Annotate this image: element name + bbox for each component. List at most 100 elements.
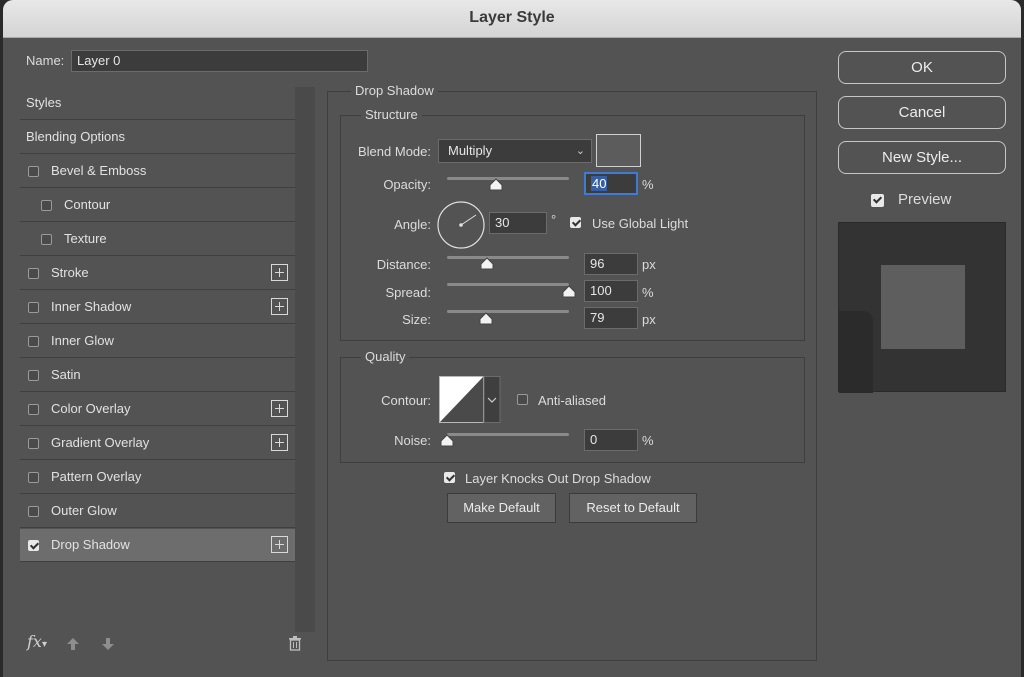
styles-header-label: Styles [26, 95, 62, 110]
style-item-inner-glow[interactable]: Inner Glow [20, 325, 295, 358]
preview-thumbnail [838, 222, 1006, 393]
distance-unit: px [642, 257, 656, 272]
style-item-pattern-overlay[interactable]: Pattern Overlay [20, 461, 295, 494]
angle-dial[interactable] [436, 200, 486, 255]
style-item-checkbox[interactable] [28, 438, 39, 449]
style-item-label: Gradient Overlay [51, 435, 150, 450]
blend-mode-select[interactable]: Multiply ⌄ [438, 139, 592, 163]
distance-input[interactable]: 96 [584, 253, 638, 275]
layer-style-dialog: Layer Style Name: Layer 0 Styles Blendin… [3, 0, 1021, 677]
style-item-label: Texture [64, 231, 107, 246]
opacity-unit: % [642, 177, 654, 192]
style-item-checkbox[interactable] [28, 370, 39, 381]
style-item-outer-glow[interactable]: Outer Glow [20, 495, 295, 528]
style-item-contour[interactable]: Contour [20, 189, 295, 222]
angle-label: Angle: [394, 217, 431, 232]
trash-icon[interactable] [288, 635, 302, 656]
reset-to-default-button[interactable]: Reset to Default [569, 493, 697, 523]
style-item-label: Outer Glow [51, 503, 117, 518]
style-item-satin[interactable]: Satin [20, 359, 295, 392]
distance-label: Distance: [376, 257, 431, 272]
style-item-checkbox[interactable] [41, 200, 52, 211]
preview-checkbox[interactable] [871, 194, 884, 207]
distance-slider-track[interactable] [447, 256, 569, 259]
opacity-input[interactable]: 40 [584, 172, 638, 195]
style-item-stroke[interactable]: Stroke [20, 257, 295, 290]
opacity-slider-track[interactable] [447, 177, 569, 180]
add-effect-icon[interactable] [271, 400, 288, 417]
size-label: Size: [402, 312, 431, 327]
blending-options[interactable]: Blending Options [20, 121, 295, 154]
blending-options-label: Blending Options [26, 129, 126, 144]
shadow-color-swatch[interactable] [596, 134, 641, 167]
add-effect-icon[interactable] [271, 434, 288, 451]
blend-mode-value: Multiply [448, 143, 493, 158]
preview-square [881, 265, 965, 349]
style-item-checkbox[interactable] [28, 506, 39, 517]
chevron-down-icon: ⌄ [575, 145, 585, 157]
drop-shadow-title: Drop Shadow [351, 83, 438, 98]
contour-label: Contour: [381, 393, 431, 408]
move-up-icon[interactable] [65, 636, 81, 657]
style-item-inner-shadow[interactable]: Inner Shadow [20, 291, 295, 324]
blend-mode-label: Blend Mode: [358, 144, 431, 159]
style-item-checkbox[interactable] [28, 268, 39, 279]
style-item-drop-shadow[interactable]: Drop Shadow [20, 529, 295, 562]
move-down-icon[interactable] [100, 636, 116, 657]
anti-aliased-label: Anti-aliased [538, 393, 606, 408]
angle-unit: ° [551, 212, 557, 227]
style-item-label: Drop Shadow [51, 537, 130, 552]
style-item-label: Bevel & Emboss [51, 163, 147, 178]
use-global-light-checkbox[interactable] [570, 217, 581, 228]
styles-header[interactable]: Styles [20, 87, 295, 120]
name-input[interactable]: Layer 0 [71, 50, 368, 72]
styles-list-scrollbar[interactable] [295, 87, 315, 632]
opacity-label: Opacity: [383, 177, 431, 192]
spread-unit: % [642, 285, 654, 300]
style-item-checkbox[interactable] [28, 540, 39, 551]
new-style-button[interactable]: New Style... [838, 141, 1006, 174]
spread-slider-track[interactable] [447, 283, 569, 286]
style-item-color-overlay[interactable]: Color Overlay [20, 393, 295, 426]
noise-input[interactable]: 0 [584, 429, 638, 451]
style-item-bevel-emboss[interactable]: Bevel & Emboss [20, 155, 295, 188]
noise-slider-track[interactable] [447, 433, 569, 436]
style-item-texture[interactable]: Texture [20, 223, 295, 256]
style-item-label: Satin [51, 367, 81, 382]
ok-button[interactable]: OK [838, 51, 1006, 84]
cancel-button[interactable]: Cancel [838, 96, 1006, 129]
add-effect-icon[interactable] [271, 536, 288, 553]
knocks-out-label: Layer Knocks Out Drop Shadow [465, 471, 651, 486]
angle-input[interactable]: 30 [489, 212, 547, 234]
make-default-button[interactable]: Make Default [447, 493, 556, 523]
style-item-label: Contour [64, 197, 111, 212]
style-item-checkbox[interactable] [41, 234, 52, 245]
contour-picker[interactable] [439, 376, 501, 429]
use-global-light-label: Use Global Light [592, 216, 689, 231]
style-item-label: Inner Glow [51, 333, 114, 348]
style-item-label: Inner Shadow [51, 299, 132, 314]
preview-shadow [839, 311, 873, 393]
window-title: Layer Style [3, 0, 1021, 38]
style-item-checkbox[interactable] [28, 472, 39, 483]
size-input[interactable]: 79 [584, 307, 638, 329]
size-slider-track[interactable] [447, 310, 569, 313]
anti-aliased-checkbox[interactable] [517, 394, 528, 405]
spread-input[interactable]: 100 [584, 280, 638, 302]
styles-list: Styles Blending Options Bevel & Emboss Co… [20, 87, 295, 632]
style-item-label: Stroke [51, 265, 89, 280]
style-item-checkbox[interactable] [28, 336, 39, 347]
add-effect-icon[interactable] [271, 264, 288, 281]
name-label: Name: [26, 53, 65, 68]
structure-title: Structure [361, 107, 422, 122]
style-item-checkbox[interactable] [28, 302, 39, 313]
style-item-checkbox[interactable] [28, 404, 39, 415]
fx-icon[interactable]: fx▾ [27, 632, 47, 651]
spread-label: Spread: [385, 285, 431, 300]
style-item-label: Color Overlay [51, 401, 131, 416]
style-item-checkbox[interactable] [28, 166, 39, 177]
preview-label: Preview [898, 191, 952, 208]
knocks-out-checkbox[interactable] [444, 472, 455, 483]
style-item-gradient-overlay[interactable]: Gradient Overlay [20, 427, 295, 460]
add-effect-icon[interactable] [271, 298, 288, 315]
